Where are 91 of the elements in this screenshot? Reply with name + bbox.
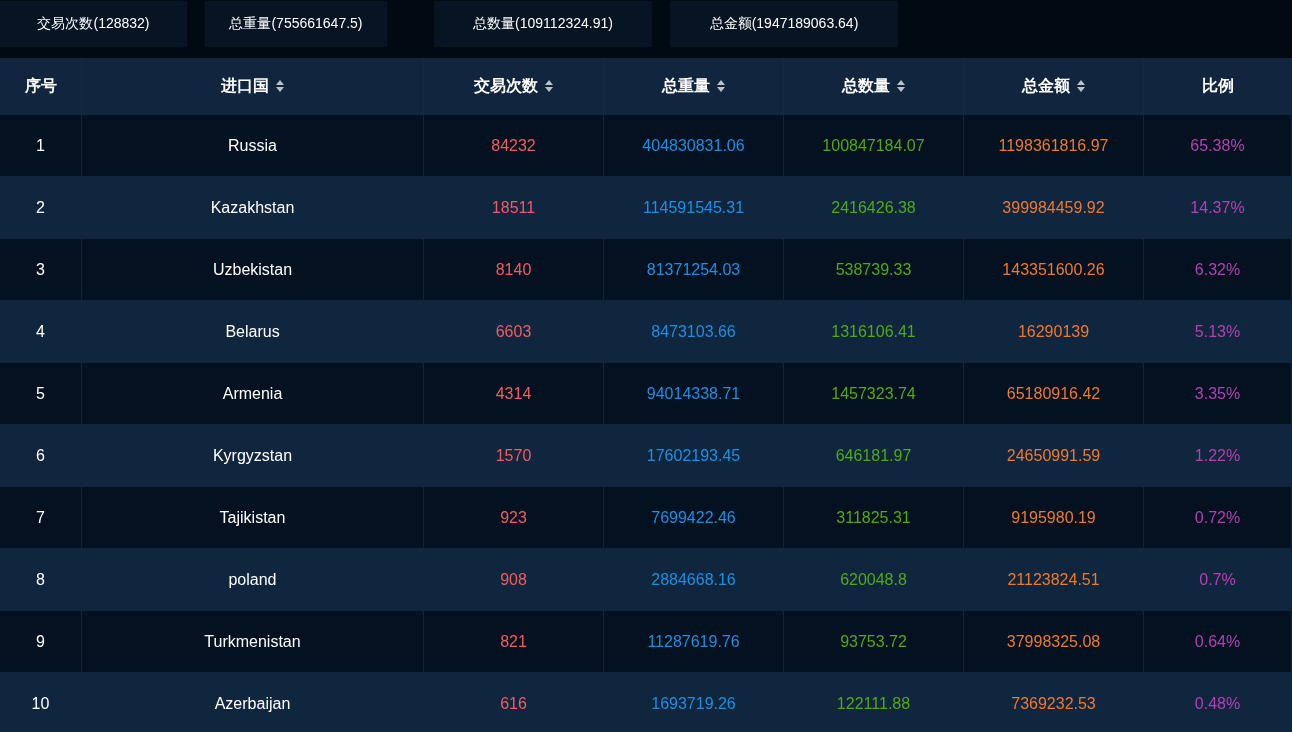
- table-cell: 17602193.45: [604, 424, 784, 486]
- table-cell: 399984459.92: [964, 176, 1144, 238]
- table-cell: Uzbekistan: [82, 238, 424, 300]
- table-cell: 81371254.03: [604, 238, 784, 300]
- sort-icon[interactable]: [715, 79, 726, 93]
- table-cell: Kyrgyzstan: [82, 424, 424, 486]
- table-cell: 0.48%: [1144, 672, 1292, 732]
- table-cell: 14.37%: [1144, 176, 1292, 238]
- table-cell: 100847184.07: [784, 114, 964, 176]
- table-cell: Azerbaijan: [82, 672, 424, 732]
- summary-stat: 交易次数(128832): [0, 1, 187, 47]
- table-cell: 1: [0, 114, 82, 176]
- table-cell: 1316106.41: [784, 300, 964, 362]
- table-cell: 3: [0, 238, 82, 300]
- table-cell: Turkmenistan: [82, 610, 424, 672]
- column-header[interactable]: 交易次数: [424, 58, 604, 114]
- column-title: 总重量: [661, 75, 710, 96]
- table-cell: 65180916.42: [964, 362, 1144, 424]
- table-cell: 122111.88: [784, 672, 964, 732]
- table-cell: 404830831.06: [604, 114, 784, 176]
- table-cell: 94014338.71: [604, 362, 784, 424]
- column-header[interactable]: 总重量: [604, 58, 784, 114]
- table-cell: 3.35%: [1144, 362, 1292, 424]
- column-title: 总金额: [1021, 75, 1070, 96]
- column-title: 进口国: [220, 75, 269, 96]
- table-cell: 0.7%: [1144, 548, 1292, 610]
- table-cell: 821: [424, 610, 604, 672]
- column-header[interactable]: 总金额: [964, 58, 1144, 114]
- table-cell: 1570: [424, 424, 604, 486]
- table-cell: 4: [0, 300, 82, 362]
- table-cell: 7: [0, 486, 82, 548]
- table-cell: 9195980.19: [964, 486, 1144, 548]
- table-cell: 908: [424, 548, 604, 610]
- table-cell: 1198361816.97: [964, 114, 1144, 176]
- table-cell: 9: [0, 610, 82, 672]
- table-cell: 65.38%: [1144, 114, 1292, 176]
- summary-stat: 总金额(1947189063.64): [670, 1, 898, 47]
- table-cell: 620048.8: [784, 548, 964, 610]
- table-cell: 143351600.26: [964, 238, 1144, 300]
- table-cell: 5: [0, 362, 82, 424]
- column-header[interactable]: 总数量: [784, 58, 964, 114]
- table-cell: 84232: [424, 114, 604, 176]
- table-cell: 21123824.51: [964, 548, 1144, 610]
- table-cell: 24650991.59: [964, 424, 1144, 486]
- table-cell: 11287619.76: [604, 610, 784, 672]
- table-cell: Belarus: [82, 300, 424, 362]
- table-cell: 6.32%: [1144, 238, 1292, 300]
- table-cell: 8: [0, 548, 82, 610]
- summary-stat: 总重量(755661647.5): [205, 1, 387, 47]
- column-title: 序号: [24, 75, 57, 96]
- table-cell: 7369232.53: [964, 672, 1144, 732]
- table-cell: 114591545.31: [604, 176, 784, 238]
- table-cell: 0.64%: [1144, 610, 1292, 672]
- table-cell: 646181.97: [784, 424, 964, 486]
- table-cell: 311825.31: [784, 486, 964, 548]
- table-cell: 10: [0, 672, 82, 732]
- table-cell: 8473103.66: [604, 300, 784, 362]
- table-cell: 93753.72: [784, 610, 964, 672]
- table-cell: 18511: [424, 176, 604, 238]
- table-cell: 5.13%: [1144, 300, 1292, 362]
- table-cell: 923: [424, 486, 604, 548]
- table-cell: 7699422.46: [604, 486, 784, 548]
- column-title: 交易次数: [473, 75, 538, 96]
- summary-stat: 总数量(109112324.91): [434, 1, 652, 47]
- table-cell: 8140: [424, 238, 604, 300]
- sort-icon[interactable]: [895, 79, 906, 93]
- column-title: 比例: [1201, 75, 1234, 96]
- table-cell: 6: [0, 424, 82, 486]
- sort-icon[interactable]: [1075, 79, 1086, 93]
- column-title: 总数量: [841, 75, 890, 96]
- table-cell: 2: [0, 176, 82, 238]
- table-cell: Kazakhstan: [82, 176, 424, 238]
- table-cell: Armenia: [82, 362, 424, 424]
- table-cell: 37998325.08: [964, 610, 1144, 672]
- table-cell: 2416426.38: [784, 176, 964, 238]
- table-cell: 2884668.16: [604, 548, 784, 610]
- table-cell: 4314: [424, 362, 604, 424]
- table-cell: 616: [424, 672, 604, 732]
- table-cell: 0.72%: [1144, 486, 1292, 548]
- sort-icon[interactable]: [274, 79, 285, 93]
- table-cell: Russia: [82, 114, 424, 176]
- table-cell: Tajikistan: [82, 486, 424, 548]
- sort-icon[interactable]: [543, 79, 554, 93]
- table-cell: 6603: [424, 300, 604, 362]
- column-header[interactable]: 进口国: [82, 58, 424, 114]
- table-cell: 1693719.26: [604, 672, 784, 732]
- table-cell: 538739.33: [784, 238, 964, 300]
- table-cell: 1.22%: [1144, 424, 1292, 486]
- table-cell: poland: [82, 548, 424, 610]
- table-cell: 1457323.74: [784, 362, 964, 424]
- table-cell: 16290139: [964, 300, 1144, 362]
